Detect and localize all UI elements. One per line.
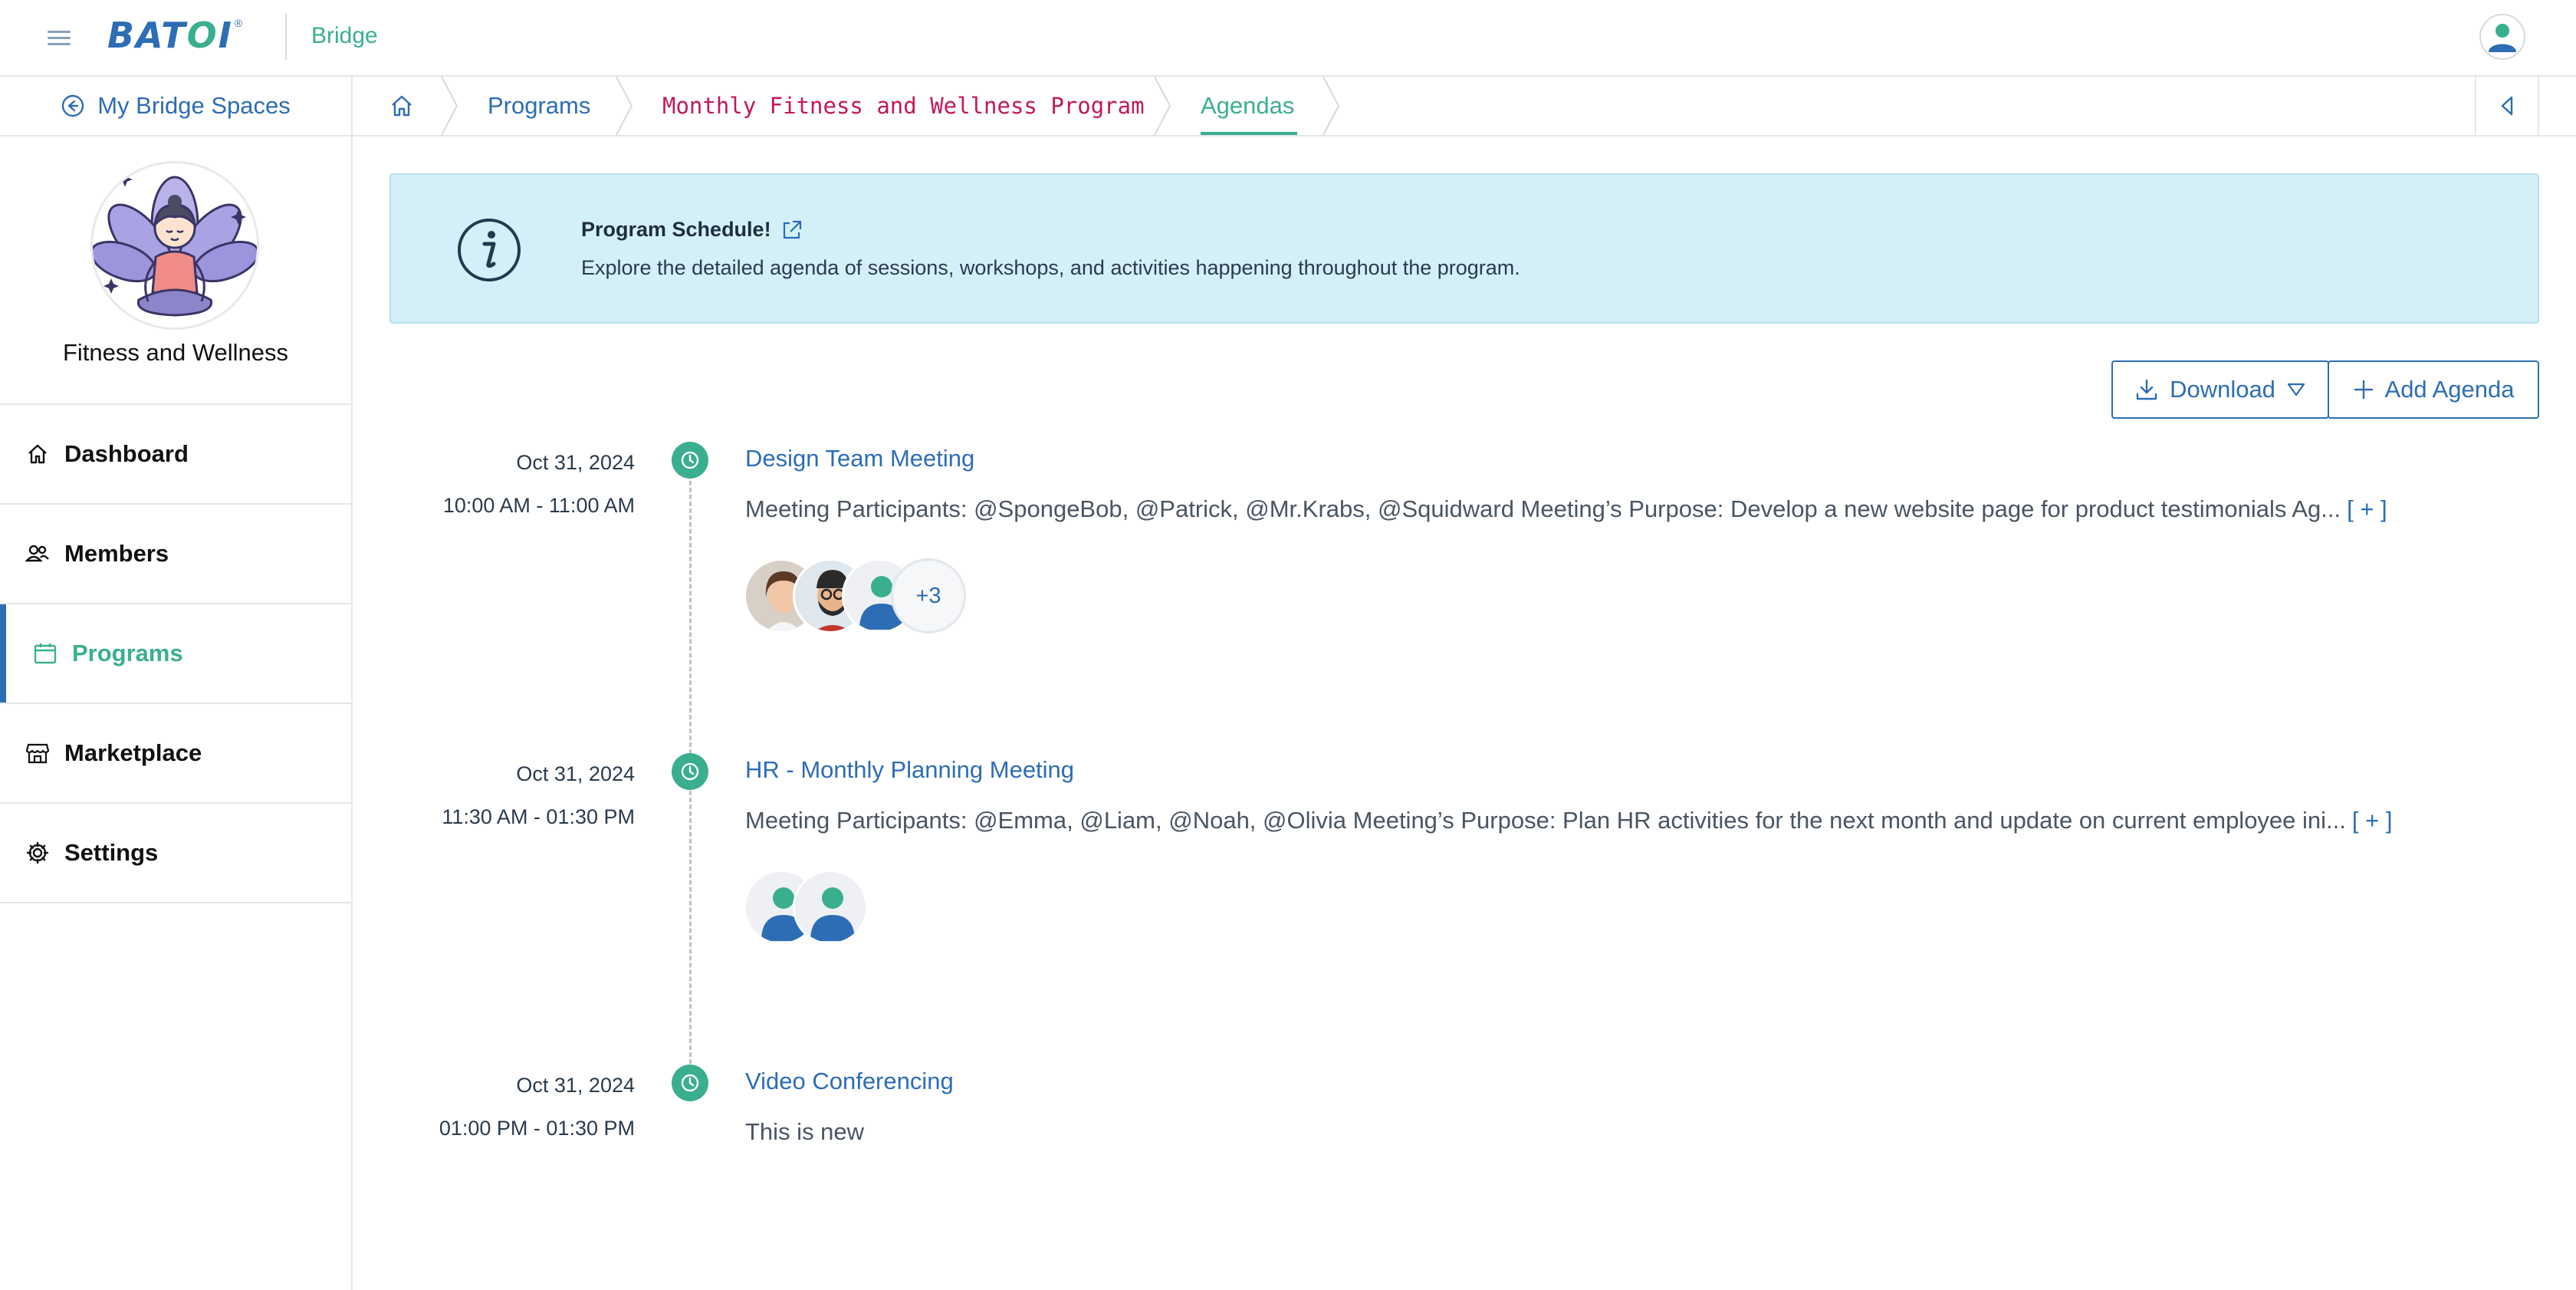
batoi-logo[interactable]: BATOI ® (107, 15, 243, 56)
breadcrumb-programs[interactable]: Programs (488, 77, 590, 135)
program-schedule-banner: Program Schedule! Explore the detailed a… (389, 173, 2539, 324)
add-agenda-label: Add Agenda (2384, 376, 2515, 403)
sidebar-item-marketplace[interactable]: Marketplace (0, 704, 351, 804)
agenda-description-text: Meeting Participants: @Emma, @Liam, @Noa… (745, 807, 2346, 834)
sidebar-item-label: Dashboard (64, 440, 189, 467)
plus-icon (2354, 380, 2373, 400)
agenda-time: 10:00 AM - 11:00 AM (442, 494, 635, 517)
breadcrumb-program-name[interactable]: Monthly Fitness and Wellness Program (662, 77, 1145, 135)
sidebar-item-label: Settings (64, 839, 159, 866)
breadcrumb-separator (1154, 77, 1171, 135)
banner-description: Explore the detailed agenda of sessions,… (581, 256, 1520, 279)
add-agenda-button[interactable]: Add Agenda (2328, 360, 2539, 419)
breadcrumb-home[interactable] (389, 77, 414, 135)
clock-icon (672, 1065, 708, 1101)
space-avatar (90, 161, 259, 330)
my-bridge-spaces-link[interactable]: My Bridge Spaces (0, 77, 351, 137)
space-name: Fitness and Wellness (62, 339, 289, 366)
more-participants-count[interactable]: +3 (891, 558, 966, 633)
caret-left-icon (2501, 96, 2513, 116)
sidebar-item-label: Marketplace (64, 739, 202, 766)
agenda-time: 01:00 PM - 01:30 PM (439, 1117, 635, 1140)
breadcrumb-active-underline (1201, 132, 1297, 135)
expand-description-link[interactable]: [ + ] (2347, 495, 2387, 522)
agenda-description-text: Meeting Participants: @SpongeBob, @Patri… (745, 495, 2341, 522)
back-arrow-icon (62, 94, 84, 117)
external-link-icon[interactable] (780, 219, 803, 242)
home-icon (25, 441, 51, 467)
agenda-date: Oct 31, 2024 (516, 762, 635, 785)
sidebar-item-members[interactable]: Members (0, 505, 351, 604)
clock-icon (672, 442, 708, 479)
sidebar-item-label: Programs (72, 640, 183, 666)
breadcrumb-separator (441, 77, 458, 135)
download-label: Download (2170, 376, 2275, 403)
hamburger-icon[interactable] (48, 26, 71, 49)
breadcrumb-separator (616, 77, 633, 135)
breadcrumb-separator (1322, 77, 1340, 135)
members-icon (25, 541, 51, 567)
agenda-description: This is new (745, 1118, 865, 1145)
agenda-time: 11:30 AM - 01:30 PM (442, 805, 635, 828)
download-button[interactable]: Download (2111, 360, 2329, 419)
sidebar: My Bridge Spaces Fitness and Wellness Da… (0, 77, 353, 1290)
agenda-date: Oct 31, 2024 (516, 451, 635, 474)
agenda-description: Meeting Participants: @Emma, @Liam, @Noa… (745, 807, 2392, 834)
home-icon (392, 95, 412, 117)
breadcrumb: Programs Monthly Fitness and Wellness Pr… (353, 77, 2576, 137)
agenda-title[interactable]: Video Conferencing (745, 1068, 954, 1095)
collapse-panel-button[interactable] (2475, 77, 2539, 135)
expand-description-link[interactable]: [ + ] (2352, 807, 2393, 834)
banner-title-text: Program Schedule! (581, 218, 771, 241)
back-link-label: My Bridge Spaces (97, 92, 291, 119)
agenda-title[interactable]: HR - Monthly Planning Meeting (745, 756, 1074, 784)
participant-avatar[interactable] (793, 870, 868, 945)
sidebar-item-dashboard[interactable]: Dashboard (0, 405, 351, 505)
store-icon (25, 740, 51, 766)
agenda-title[interactable]: Design Team Meeting (745, 445, 974, 472)
chevron-down-icon (2287, 383, 2305, 397)
sidebar-nav: Dashboard Members Programs Marketplace S… (0, 403, 351, 903)
user-avatar-icon[interactable] (2479, 14, 2525, 60)
sidebar-item-settings[interactable]: Settings (0, 804, 351, 903)
app-name[interactable]: Bridge (311, 23, 378, 49)
info-icon (458, 219, 521, 281)
logo-registered-mark: ® (234, 17, 243, 29)
breadcrumb-agendas[interactable]: Agendas (1201, 77, 1294, 135)
agenda-date: Oct 31, 2024 (516, 1074, 635, 1097)
top-bar: BATOI ® Bridge (0, 0, 2576, 77)
calendar-icon (32, 640, 58, 666)
agenda-description: Meeting Participants: @SpongeBob, @Patri… (745, 495, 2387, 523)
logo-text: BATOI (107, 15, 233, 56)
clock-icon (672, 753, 708, 790)
sidebar-item-label: Members (64, 540, 169, 567)
sidebar-item-programs[interactable]: Programs (0, 604, 351, 704)
banner-title: Program Schedule! (581, 218, 803, 242)
download-icon (2136, 379, 2157, 400)
logo-divider (285, 14, 287, 60)
gear-icon (25, 840, 51, 866)
